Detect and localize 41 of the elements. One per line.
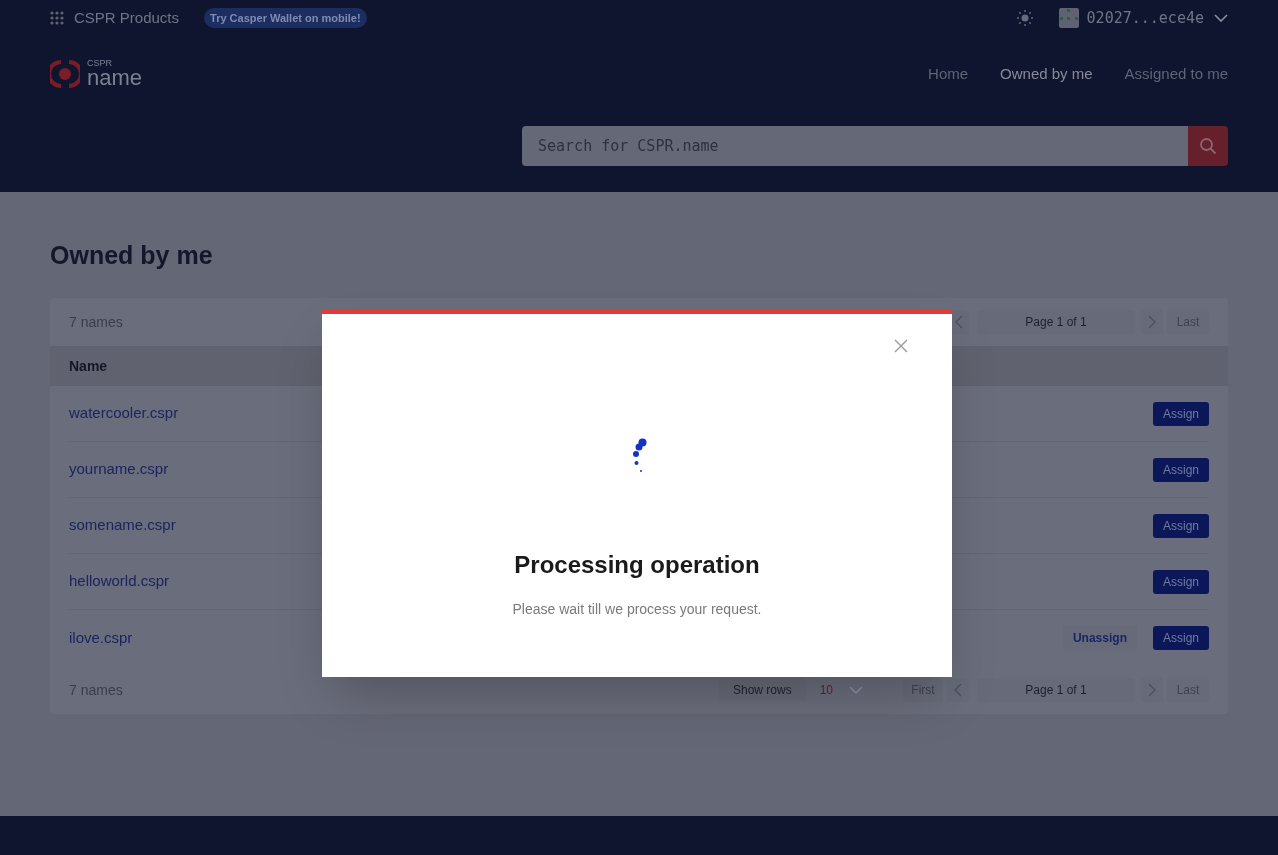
- nav-link[interactable]: Owned by me: [1000, 62, 1093, 86]
- avatar-icon: [1058, 8, 1079, 28]
- dialog-title: Processing operation: [514, 550, 760, 580]
- page-indicator: Page 1 of 1: [977, 678, 1135, 702]
- assign-button[interactable]: Assign: [1152, 569, 1209, 594]
- chevron-down-icon: [849, 686, 863, 694]
- name-link[interactable]: watercooler.cspr: [69, 402, 179, 425]
- assign-button[interactable]: Assign: [1152, 457, 1209, 482]
- name-link[interactable]: somename.cspr: [69, 514, 176, 537]
- chevron-left-icon: [955, 315, 963, 329]
- show-rows-label: Show rows: [718, 678, 806, 702]
- search-button[interactable]: [1188, 126, 1228, 166]
- name-link[interactable]: yourname.cspr: [69, 458, 169, 481]
- promo-badge[interactable]: Try Casper Wallet on mobile!: [204, 7, 367, 29]
- logo-small-text: CSPR: [87, 59, 113, 68]
- logo-icon: [50, 59, 80, 89]
- page-indicator: Page 1 of 1: [977, 310, 1135, 334]
- nav-link[interactable]: Home: [928, 62, 969, 86]
- rows-dropdown[interactable]: 10: [819, 681, 863, 699]
- assign-button[interactable]: Assign: [1152, 401, 1209, 426]
- name-link[interactable]: ilove.cspr: [69, 626, 133, 650]
- loading-spinner-icon: [632, 438, 648, 474]
- products-link[interactable]: CSPR Products: [74, 6, 180, 30]
- chevron-right-icon: [1148, 683, 1156, 697]
- chevron-right-icon: [1148, 315, 1156, 329]
- assign-button[interactable]: Assign: [1152, 626, 1209, 650]
- unassign-button[interactable]: Unassign: [1062, 626, 1137, 650]
- nav-link[interactable]: Assigned to me: [1124, 62, 1228, 86]
- close-button[interactable]: [894, 338, 910, 354]
- assign-button[interactable]: Assign: [1152, 513, 1209, 538]
- logo-text: name: [87, 67, 143, 89]
- name-link[interactable]: helloworld.cspr: [69, 570, 170, 593]
- account-dropdown[interactable]: 02027...ece4e: [1086, 6, 1228, 30]
- column-header: Name: [69, 356, 108, 376]
- chevron-down-icon: [1214, 14, 1228, 22]
- dialog-message: Please wait till we process your request.: [512, 600, 762, 619]
- search-icon: [1199, 137, 1217, 155]
- grid-icon: [50, 11, 64, 25]
- chevron-left-icon: [954, 683, 962, 697]
- page-title: Owned by me: [50, 240, 214, 270]
- sun-icon[interactable]: [1015, 9, 1034, 27]
